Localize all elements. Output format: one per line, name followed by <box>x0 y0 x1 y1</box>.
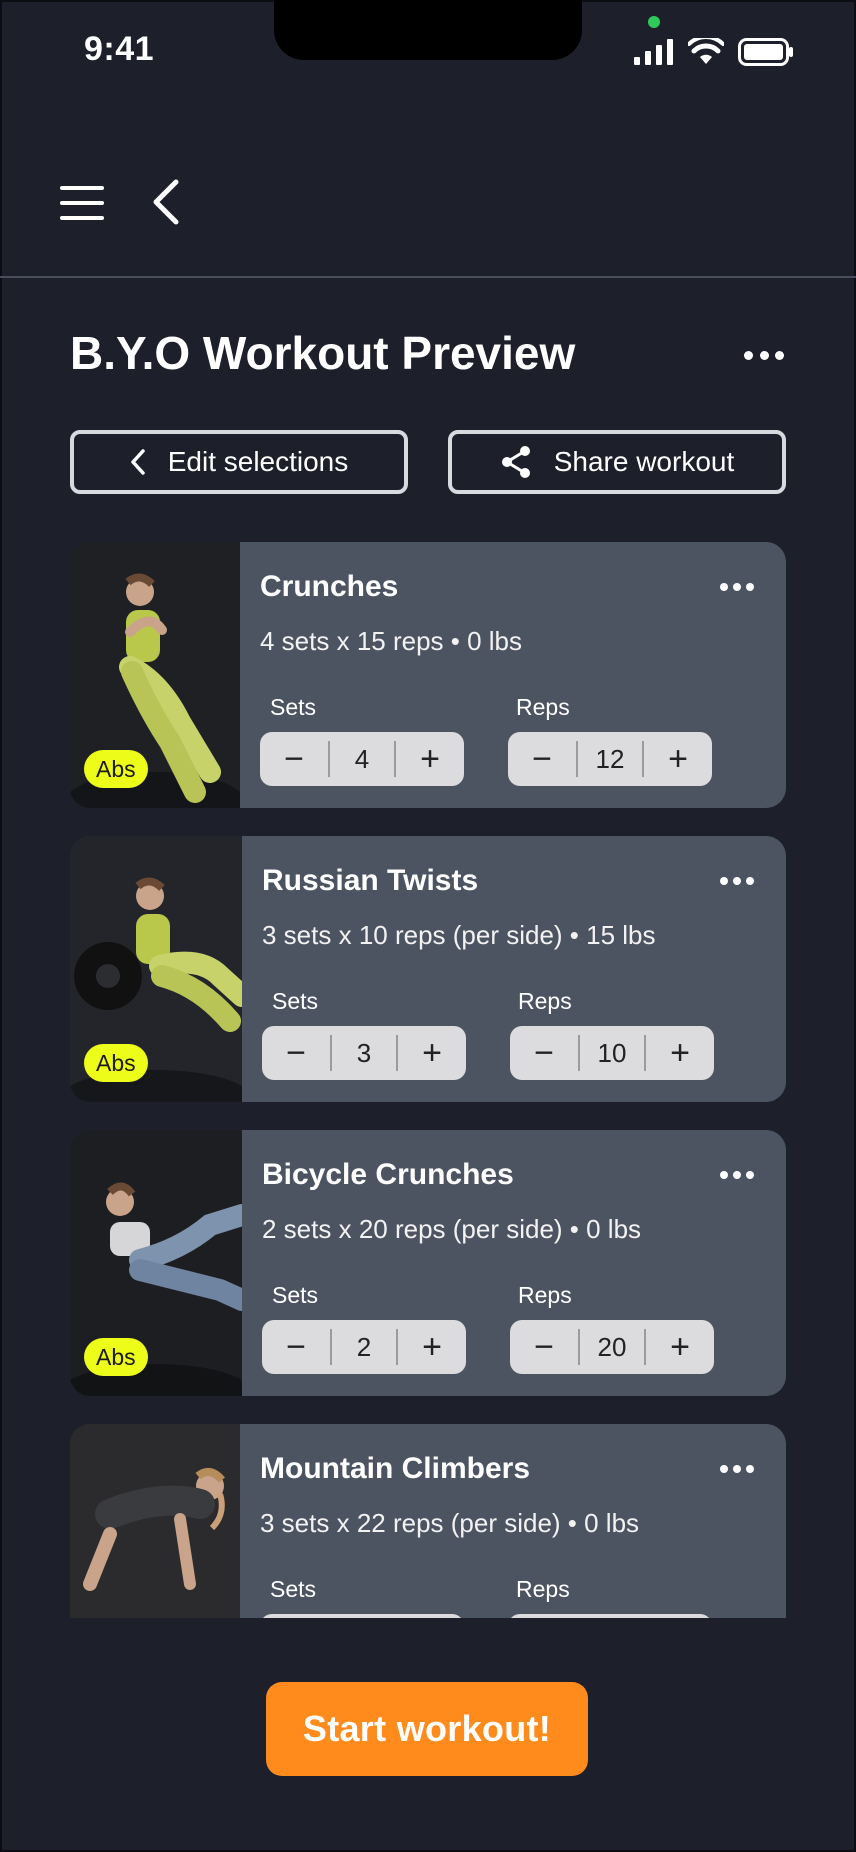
sets-stepper: − 4 + <box>260 732 464 786</box>
reps-label: Reps <box>518 1282 572 1308</box>
exercise-name: Mountain Climbers <box>260 1452 531 1485</box>
exercise-card[interactable]: Abs Crunches 4 sets x 15 reps • 0 lbs Se… <box>70 542 786 808</box>
decrement-sets-button[interactable]: − <box>262 1026 330 1080</box>
notch <box>274 0 582 60</box>
decrement-reps-button[interactable]: − <box>510 1026 578 1080</box>
more-options-icon[interactable] <box>720 582 754 592</box>
start-workout-button[interactable]: Start workout! <box>266 1682 588 1776</box>
chevron-left-icon <box>130 449 145 475</box>
sets-stepper: − + <box>260 1614 464 1618</box>
share-workout-button[interactable]: Share workout <box>448 430 786 494</box>
decrement-sets-button[interactable]: − <box>260 732 328 786</box>
increment-sets-button[interactable]: + <box>398 1026 466 1080</box>
more-options-icon[interactable] <box>720 1170 754 1180</box>
increment-reps-button[interactable]: + <box>644 1614 712 1618</box>
sets-label: Sets <box>272 988 319 1014</box>
exercise-list[interactable]: Abs Crunches 4 sets x 15 reps • 0 lbs Se… <box>70 542 786 1618</box>
sets-value: 3 <box>330 1035 398 1071</box>
reps-stepper: − 10 + <box>510 1026 714 1080</box>
increment-sets-button[interactable]: + <box>396 1614 464 1618</box>
reps-label: Reps <box>518 988 572 1014</box>
hamburger-menu-icon[interactable] <box>60 186 104 220</box>
more-options-icon[interactable] <box>744 340 784 370</box>
edit-selections-button[interactable]: Edit selections <box>70 430 408 494</box>
back-arrow-icon[interactable] <box>148 178 182 226</box>
exercise-summary: 3 sets x 10 reps (per side) • 15 lbs <box>262 920 656 950</box>
sets-stepper: − 2 + <box>262 1320 466 1374</box>
top-navigation <box>0 150 856 278</box>
more-options-icon[interactable] <box>720 876 754 886</box>
sets-value: 4 <box>328 741 396 777</box>
decrement-sets-button[interactable]: − <box>262 1320 330 1374</box>
decrement-sets-button[interactable]: − <box>260 1614 328 1618</box>
decrement-reps-button[interactable]: − <box>508 1614 576 1618</box>
exercise-photo: Abs <box>70 542 240 808</box>
exercise-card[interactable]: Abs Bicycle Crunches 2 sets x 20 reps (p… <box>70 1130 786 1396</box>
increment-reps-button[interactable]: + <box>644 732 712 786</box>
reps-stepper: − 20 + <box>510 1320 714 1374</box>
increment-sets-button[interactable]: + <box>398 1320 466 1374</box>
exercise-name: Bicycle Crunches <box>262 1158 514 1191</box>
exercise-card[interactable]: Abs Russian Twists 3 sets x 10 reps (per… <box>70 836 786 1102</box>
battery-icon <box>738 38 793 66</box>
signal-icon <box>634 39 673 65</box>
exercise-name: Crunches <box>260 570 399 603</box>
edit-selections-label: Edit selections <box>167 446 349 477</box>
status-time: 9:41 <box>84 30 155 68</box>
sets-label: Sets <box>272 1282 319 1308</box>
category-tag: Abs <box>84 1338 148 1376</box>
exercise-photo <box>70 1424 240 1618</box>
reps-stepper: − + <box>508 1614 712 1618</box>
sets-stepper: − 3 + <box>262 1026 466 1080</box>
status-icons <box>634 34 794 70</box>
exercise-card[interactable]: Mountain Climbers 3 sets x 22 reps (per … <box>70 1424 786 1618</box>
reps-stepper: − 12 + <box>508 732 712 786</box>
exercise-photo: Abs <box>70 836 242 1102</box>
exercise-summary: 2 sets x 20 reps (per side) • 0 lbs <box>262 1214 642 1244</box>
reps-label: Reps <box>516 1576 570 1602</box>
increment-reps-button[interactable]: + <box>646 1026 714 1080</box>
sets-label: Sets <box>270 694 317 720</box>
more-options-icon[interactable] <box>720 1464 754 1474</box>
reps-value: 10 <box>578 1035 646 1071</box>
reps-value: 20 <box>578 1329 646 1365</box>
share-workout-label: Share workout <box>553 446 735 477</box>
share-icon <box>501 446 530 478</box>
category-tag: Abs <box>84 1044 148 1082</box>
exercise-summary: 3 sets x 22 reps (per side) • 0 lbs <box>260 1508 640 1538</box>
decrement-reps-button[interactable]: − <box>510 1320 578 1374</box>
exercise-photo: Abs <box>70 1130 242 1396</box>
increment-reps-button[interactable]: + <box>646 1320 714 1374</box>
reps-label: Reps <box>516 694 570 720</box>
exercise-name: Russian Twists <box>262 864 479 897</box>
reps-value: 12 <box>576 741 644 777</box>
increment-sets-button[interactable]: + <box>396 732 464 786</box>
page-title: B.Y.O Workout Preview <box>70 327 576 379</box>
decrement-reps-button[interactable]: − <box>508 732 576 786</box>
exercise-summary: 4 sets x 15 reps • 0 lbs <box>260 626 523 656</box>
sets-value: 2 <box>330 1329 398 1365</box>
sets-label: Sets <box>270 1576 317 1602</box>
category-tag: Abs <box>84 750 148 788</box>
wifi-icon <box>688 38 724 64</box>
camera-indicator <box>648 16 660 28</box>
